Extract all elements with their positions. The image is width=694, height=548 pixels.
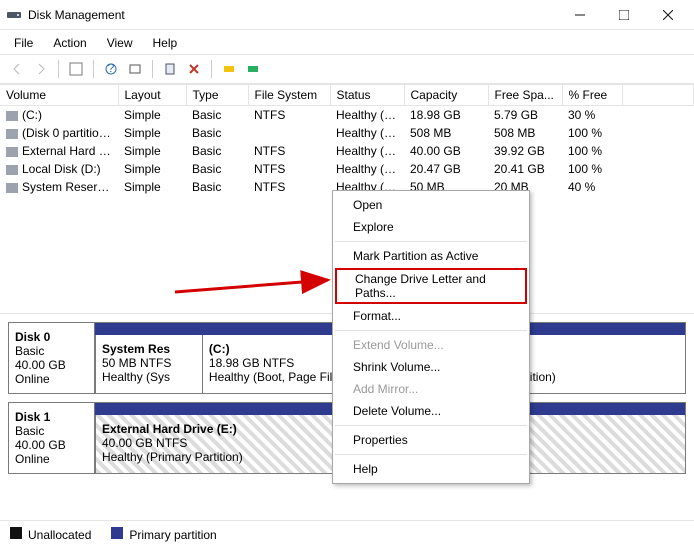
col-status[interactable]: Status xyxy=(330,85,404,106)
context-menu-item[interactable]: Format... xyxy=(333,305,529,327)
table-row[interactable]: (C:)SimpleBasicNTFSHealthy (B...18.98 GB… xyxy=(0,106,694,125)
col-volume[interactable]: Volume xyxy=(0,85,118,106)
context-menu-item[interactable]: Open xyxy=(333,194,529,216)
svg-text:?: ? xyxy=(108,63,115,75)
col-type[interactable]: Type xyxy=(186,85,248,106)
toolbar: ? xyxy=(0,54,694,84)
maximize-button[interactable] xyxy=(602,1,646,29)
col-layout[interactable]: Layout xyxy=(118,85,186,106)
col-capacity[interactable]: Capacity xyxy=(404,85,488,106)
col-filesystem[interactable]: File System xyxy=(248,85,330,106)
help-button[interactable]: ? xyxy=(100,58,122,80)
context-menu-separator xyxy=(335,330,527,331)
context-menu-item[interactable]: Help xyxy=(333,458,529,480)
context-menu-separator xyxy=(335,454,527,455)
context-menu-separator xyxy=(335,425,527,426)
swatch-blue xyxy=(111,527,123,539)
col-pctfree[interactable]: % Free xyxy=(562,85,622,106)
legend: Unallocated Primary partition xyxy=(0,520,694,548)
action-2-button[interactable] xyxy=(242,58,264,80)
disk-label[interactable]: Disk 0Basic40.00 GBOnline xyxy=(9,323,95,393)
context-menu-item[interactable]: Mark Partition as Active xyxy=(333,245,529,267)
minimize-button[interactable] xyxy=(558,1,602,29)
context-menu-item: Add Mirror... xyxy=(333,378,529,400)
table-row[interactable]: Local Disk (D:)SimpleBasicNTFSHealthy (P… xyxy=(0,160,694,178)
volume-icon xyxy=(6,183,18,193)
context-menu-item[interactable]: Delete Volume... xyxy=(333,400,529,422)
delete-button[interactable] xyxy=(183,58,205,80)
action-1-button[interactable] xyxy=(218,58,240,80)
volume-table[interactable]: Volume Layout Type File System Status Ca… xyxy=(0,84,694,196)
window-title: Disk Management xyxy=(28,8,558,22)
context-menu-item[interactable]: Properties xyxy=(333,429,529,451)
app-icon xyxy=(6,7,22,23)
context-menu-item[interactable]: Explore xyxy=(333,216,529,238)
properties-button[interactable] xyxy=(159,58,181,80)
close-button[interactable] xyxy=(646,1,690,29)
col-stretch xyxy=(622,85,694,106)
table-row[interactable]: External Hard Driv...SimpleBasicNTFSHeal… xyxy=(0,142,694,160)
toolbar-separator xyxy=(93,60,94,78)
settings-button[interactable] xyxy=(124,58,146,80)
context-menu-item: Extend Volume... xyxy=(333,334,529,356)
toolbar-separator xyxy=(152,60,153,78)
menu-help[interactable]: Help xyxy=(145,32,186,54)
col-free[interactable]: Free Spa... xyxy=(488,85,562,106)
table-header-row[interactable]: Volume Layout Type File System Status Ca… xyxy=(0,85,694,106)
volume-icon xyxy=(6,111,18,121)
volume-icon xyxy=(6,165,18,175)
menu-view[interactable]: View xyxy=(99,32,141,54)
annotation-arrow xyxy=(170,270,340,300)
forward-button[interactable] xyxy=(30,58,52,80)
disk-label[interactable]: Disk 1Basic40.00 GBOnline xyxy=(9,403,95,473)
window-controls xyxy=(558,1,690,29)
titlebar: Disk Management xyxy=(0,0,694,30)
legend-unallocated: Unallocated xyxy=(10,527,91,542)
toolbar-separator xyxy=(58,60,59,78)
refresh-button[interactable] xyxy=(65,58,87,80)
toolbar-separator xyxy=(211,60,212,78)
context-menu-item[interactable]: Shrink Volume... xyxy=(333,356,529,378)
volume-icon xyxy=(6,129,18,139)
legend-primary: Primary partition xyxy=(111,527,216,542)
menu-file[interactable]: File xyxy=(6,32,41,54)
context-menu-item[interactable]: Change Drive Letter and Paths... xyxy=(335,268,527,304)
context-menu[interactable]: OpenExplore Mark Partition as ActiveChang… xyxy=(332,190,530,484)
volume-icon xyxy=(6,147,18,157)
menubar: File Action View Help xyxy=(0,30,694,54)
table-row[interactable]: (Disk 0 partition 3)SimpleBasicHealthy (… xyxy=(0,124,694,142)
swatch-black xyxy=(10,527,22,539)
menu-action[interactable]: Action xyxy=(45,32,94,54)
back-button[interactable] xyxy=(6,58,28,80)
context-menu-separator xyxy=(335,241,527,242)
